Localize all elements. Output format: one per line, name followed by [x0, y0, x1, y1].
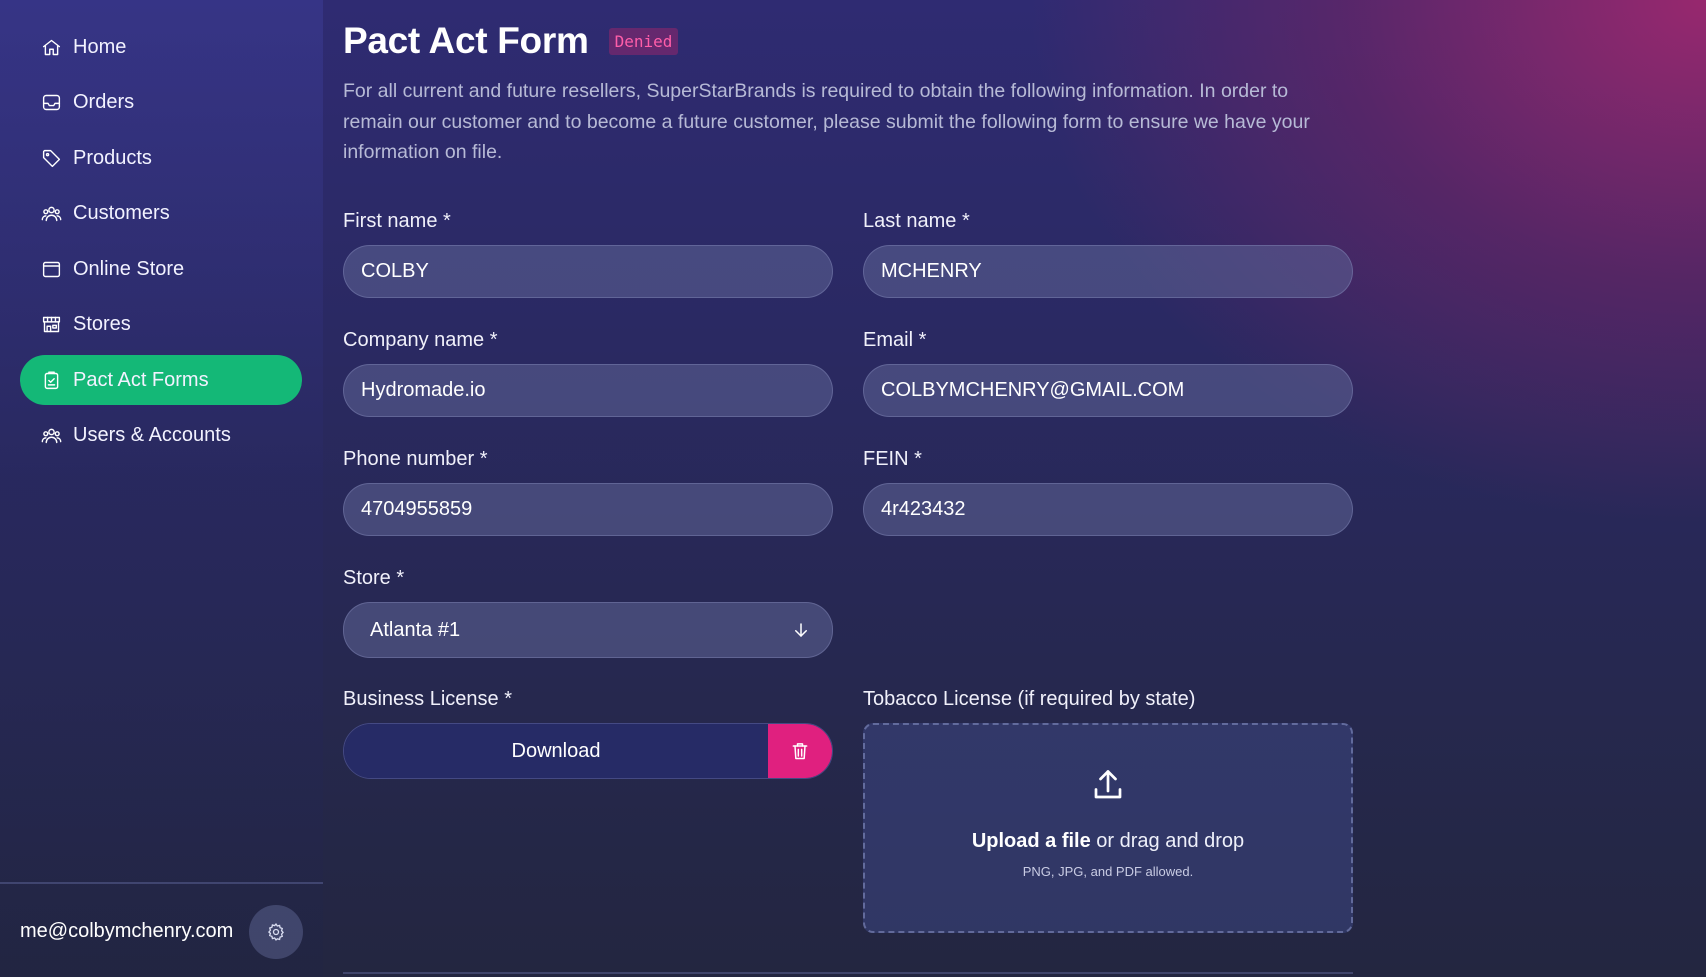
- tobacco-license-label: Tobacco License (if required by state): [863, 688, 1196, 710]
- business-license-group: Business License * Download: [343, 688, 833, 779]
- phone-group: Phone number * 4704955859: [343, 448, 833, 536]
- sidebar-item-label: Customers: [73, 202, 170, 224]
- gear-icon: [267, 923, 284, 941]
- sidebar-nav: Home Orders Products Customers Online St…: [20, 22, 302, 466]
- fein-input[interactable]: 4r423432: [863, 483, 1353, 536]
- tobacco-license-group: Tobacco License (if required by state) U…: [863, 688, 1353, 933]
- phone-label: Phone number *: [343, 448, 488, 470]
- bottom-divider: [343, 972, 1353, 974]
- tag-icon: [40, 147, 62, 169]
- sidebar-item-orders[interactable]: Orders: [20, 78, 302, 128]
- window-icon: [40, 258, 62, 280]
- sidebar-item-products[interactable]: Products: [20, 133, 302, 183]
- arrow-down-icon: [795, 623, 807, 637]
- email-label: Email *: [863, 329, 927, 351]
- fein-group: FEIN * 4r423432: [863, 448, 1353, 536]
- home-icon: [40, 36, 62, 58]
- sidebar-item-label: Pact Act Forms: [73, 368, 209, 391]
- delete-button[interactable]: [768, 724, 832, 778]
- intro-text: For all current and future resellers, Su…: [343, 80, 1310, 163]
- store-group: Store * Atlanta #1: [343, 567, 833, 658]
- sidebar: Home Orders Products Customers Online St…: [0, 0, 323, 977]
- download-button[interactable]: Download: [344, 724, 768, 778]
- company-name-label: Company name *: [343, 329, 498, 351]
- sidebar-item-online-store[interactable]: Online Store: [20, 244, 302, 294]
- settings-button[interactable]: [249, 905, 303, 959]
- page-title: Pact Act Form: [343, 20, 589, 61]
- inbox-icon: [40, 92, 62, 114]
- sidebar-item-label: Orders: [73, 91, 135, 113]
- fein-label: FEIN *: [863, 448, 922, 470]
- business-license-file: Download: [343, 723, 833, 779]
- email-field[interactable]: COLBYMCHENRY@GMAIL.COM: [863, 364, 1353, 417]
- title-row: Pact Act Form Denied: [343, 20, 679, 62]
- clipboard-icon: [40, 369, 62, 391]
- upload-hint: PNG, JPG, and PDF allowed.: [1022, 864, 1194, 879]
- business-license-label: Business License *: [343, 688, 512, 710]
- sidebar-item-stores[interactable]: Stores: [20, 300, 302, 350]
- last-name-group: Last name * MCHENRY: [863, 210, 1353, 298]
- sidebar-item-home[interactable]: Home: [20, 22, 302, 72]
- sidebar-divider: [0, 882, 323, 884]
- trash-icon: [792, 743, 808, 760]
- store-label: Store *: [343, 567, 405, 589]
- last-name-label: Last name *: [863, 210, 970, 232]
- store-select-value: Atlanta #1: [370, 618, 461, 641]
- company-name-input[interactable]: Hydromade.io: [343, 364, 833, 417]
- sidebar-item-customers[interactable]: Customers: [20, 189, 302, 239]
- last-name-input[interactable]: MCHENRY: [863, 245, 1353, 298]
- company-name-group: Company name * Hydromade.io: [343, 329, 833, 417]
- store-select[interactable]: Atlanta #1: [343, 602, 833, 658]
- first-name-input[interactable]: COLBY: [343, 245, 833, 298]
- sidebar-item-label: Users & Accounts: [73, 424, 231, 446]
- sidebar-item-users-accounts[interactable]: Users & Accounts: [20, 411, 302, 461]
- sidebar-item-pact-act-forms[interactable]: Pact Act Forms: [20, 355, 302, 405]
- status-badge: Denied: [608, 27, 679, 55]
- email-group: Email * COLBYMCHENRY@GMAIL.COM: [863, 329, 1353, 417]
- storefront-icon: [40, 314, 62, 336]
- upload-drag-text: or drag and drop: [1090, 830, 1245, 852]
- first-name-label: First name *: [343, 210, 451, 232]
- sidebar-item-label: Online Store: [73, 257, 185, 280]
- user-email: me@colbymchenry.com: [20, 920, 234, 942]
- sidebar-item-label: Home: [73, 35, 127, 58]
- upload-text: Upload a file or drag and drop: [972, 830, 1244, 853]
- first-name-group: First name * COLBY: [343, 210, 833, 298]
- user-group-icon: [40, 425, 62, 447]
- phone-input[interactable]: 4704955859: [343, 483, 833, 536]
- sidebar-item-label: Products: [73, 146, 152, 169]
- users-icon: [40, 203, 62, 225]
- sidebar-item-label: Stores: [73, 313, 131, 335]
- file-dropzone[interactable]: Upload a file or drag and drop PNG, JPG,…: [863, 723, 1353, 933]
- upload-file-link[interactable]: Upload a file: [972, 830, 1091, 852]
- upload-icon: [1090, 767, 1126, 808]
